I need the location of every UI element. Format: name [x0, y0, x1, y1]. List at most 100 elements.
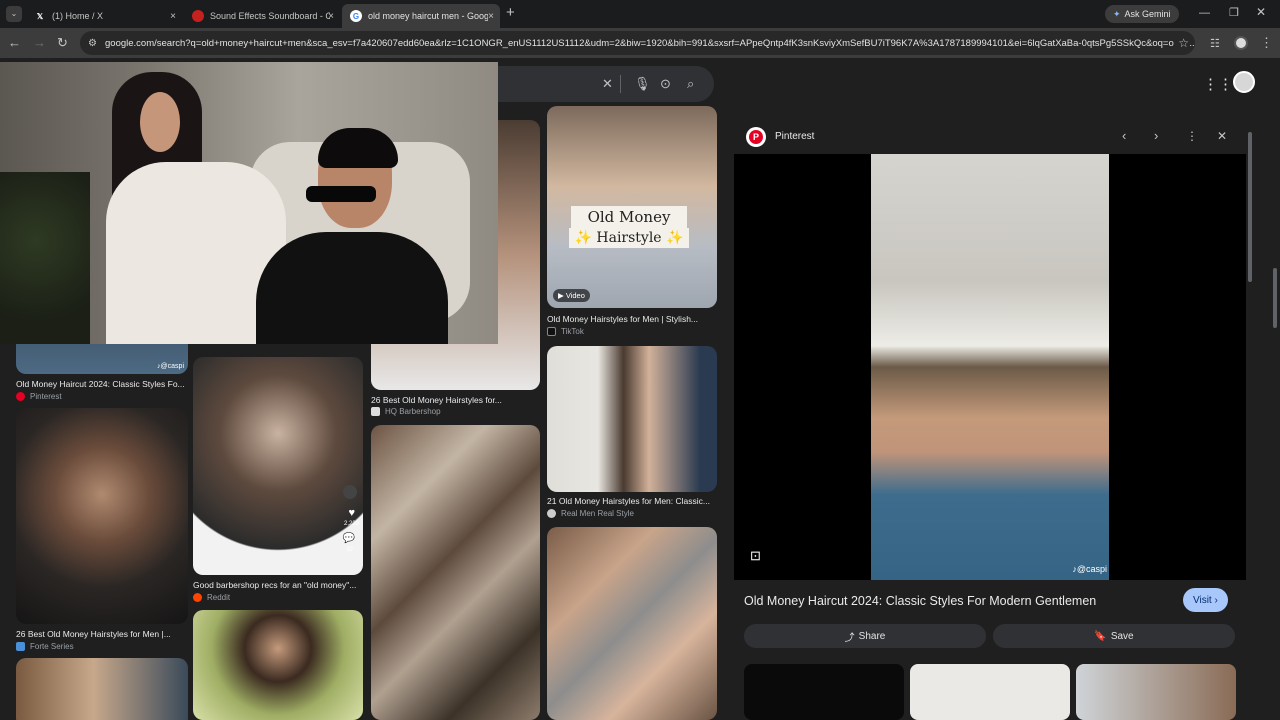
site-info-icon[interactable]: ⚙: [88, 38, 97, 49]
result-image-collage-2[interactable]: [547, 527, 717, 720]
share-label: Share: [858, 630, 886, 642]
preview-image[interactable]: ♪@caspi: [871, 154, 1109, 580]
result-caption[interactable]: Good barbershop recs for an "old money".…: [193, 580, 363, 590]
gemini-sparkle-icon: ✦: [1113, 8, 1121, 19]
result-image-forte[interactable]: [16, 408, 188, 624]
pinterest-icon: [16, 392, 25, 401]
result-image-reddit[interactable]: ♥ 2,233 💬 32: [193, 357, 363, 575]
lens-search-icon[interactable]: ⊙: [660, 76, 671, 92]
panel-scrollbar[interactable]: [1246, 118, 1254, 720]
result-caption[interactable]: 26 Best Old Money Hairstyles for...: [371, 395, 540, 405]
related-image-2[interactable]: [910, 664, 1070, 720]
bookmark-star-icon[interactable]: ☆: [1174, 36, 1189, 50]
url-text: google.com/search?q=old+money+haircut+me…: [105, 37, 1195, 49]
result-source[interactable]: Pinterest: [16, 392, 62, 401]
tab-title: Sound Effects Soundboard - Ca: [210, 11, 330, 21]
pinterest-logo-icon: P: [746, 127, 766, 147]
preview-image-frame: ♪@caspi ⊡: [734, 154, 1246, 580]
source-label: Reddit: [207, 593, 231, 602]
rmrs-icon: [547, 509, 556, 518]
search-bar[interactable]: ✕ 🎙 ⊙ ⌕: [480, 66, 714, 102]
close-panel-icon[interactable]: ✕: [1217, 129, 1227, 143]
clear-search-icon[interactable]: ✕: [602, 76, 613, 92]
ask-gemini-button[interactable]: ✦ Ask Gemini: [1105, 5, 1179, 23]
result-caption[interactable]: Old Money Hairstyles for Men | Stylish..…: [547, 314, 717, 324]
tab-close-button[interactable]: ×: [328, 11, 334, 22]
reddit-icon: [193, 593, 202, 602]
save-button[interactable]: 🔖 Save: [993, 624, 1235, 648]
comment-icon: 💬: [342, 533, 355, 544]
restore-button[interactable]: ❐: [1229, 5, 1239, 21]
panel-title[interactable]: Old Money Haircut 2024: Classic Styles F…: [744, 594, 1096, 608]
forward-button[interactable]: →: [33, 35, 46, 51]
bookmark-icon: 🔖: [1094, 630, 1107, 642]
voice-search-icon[interactable]: 🎙: [634, 76, 651, 92]
result-image-partial[interactable]: [16, 658, 188, 720]
profile-avatar[interactable]: [1234, 36, 1248, 50]
result-source[interactable]: TikTok: [547, 327, 584, 336]
tab-title: old money haircut men - Googl: [368, 11, 488, 21]
overlay-title: Old Money: [571, 206, 687, 228]
result-image-tiktok[interactable]: Old Money ✨ Hairstyle ✨ ▶ Video: [547, 106, 717, 308]
source-label: Real Men Real Style: [561, 509, 634, 518]
google-favicon-icon: G: [350, 10, 362, 22]
result-source[interactable]: HQ Barbershop: [371, 407, 441, 416]
sunglasses: [306, 186, 376, 202]
new-tab-button[interactable]: +: [506, 5, 515, 21]
watermark-text: ♪@caspi: [1072, 564, 1107, 574]
result-caption[interactable]: Old Money Haircut 2024: Classic Styles F…: [16, 379, 188, 389]
result-caption[interactable]: 26 Best Old Money Hairstyles for Men |..…: [16, 629, 188, 639]
related-image-3[interactable]: [1076, 664, 1236, 720]
toolbar: ← → ↻ ⚙ google.com/search?q=old+money+ha…: [0, 28, 1280, 58]
result-source[interactable]: Forte Series: [16, 642, 74, 651]
back-button[interactable]: ←: [8, 35, 21, 51]
tab-title: (1) Home / X: [52, 11, 104, 21]
result-caption[interactable]: 21 Old Money Hairstyles for Men: Classic…: [547, 496, 717, 506]
visit-button[interactable]: Visit ›: [1183, 588, 1228, 612]
image-preview-panel: P Pinterest ‹ › ⋮ ✕ ♪@caspi ⊡ Old Money …: [734, 118, 1246, 720]
result-source[interactable]: Real Men Real Style: [547, 509, 634, 518]
tab-close-button[interactable]: ×: [170, 11, 176, 22]
source-label: TikTok: [561, 327, 584, 336]
webcam-overlay: [0, 62, 498, 344]
share-button[interactable]: ⤴ Share: [744, 624, 986, 648]
source-label: Forte Series: [30, 642, 74, 651]
result-image-rmrs[interactable]: [547, 346, 717, 492]
previous-image-icon[interactable]: ‹: [1122, 128, 1126, 143]
google-apps-icon[interactable]: ⋮⋮: [1203, 75, 1233, 93]
source-label: HQ Barbershop: [385, 407, 441, 416]
result-source[interactable]: Reddit: [193, 593, 230, 602]
heart-icon: ♥: [348, 507, 355, 519]
tab-soundboard[interactable]: Sound Effects Soundboard - Ca ×: [184, 4, 340, 28]
tab-search-button[interactable]: ⌄: [6, 6, 22, 22]
page-scrollbar[interactable]: [1270, 58, 1280, 720]
window-close-button[interactable]: ✕: [1256, 4, 1266, 20]
result-image-collage[interactable]: [371, 425, 540, 720]
person-face: [140, 92, 180, 152]
search-icon[interactable]: ⌕: [687, 76, 694, 92]
chrome-menu-icon[interactable]: ⋮: [1260, 35, 1273, 51]
account-avatar[interactable]: [1233, 71, 1255, 93]
comments-count: 32: [346, 547, 353, 553]
likes-count: 2,233: [343, 521, 359, 527]
minimize-button[interactable]: —: [1199, 5, 1210, 21]
x-logo-icon: 𝕏: [36, 11, 44, 21]
related-image-1[interactable]: [744, 664, 904, 720]
tab-strip: ⌄ 𝕏 (1) Home / X × Sound Effects Soundbo…: [0, 0, 1280, 28]
overlay-subtitle: ✨ Hairstyle ✨: [569, 228, 689, 248]
tab-close-button[interactable]: ×: [488, 11, 494, 22]
person2-jacket: [256, 232, 448, 344]
reload-button[interactable]: ↻: [57, 35, 68, 51]
panel-source[interactable]: Pinterest: [775, 131, 814, 142]
tab-google-search[interactable]: G old money haircut men - Googl ×: [342, 4, 500, 28]
address-bar[interactable]: ⚙ google.com/search?q=old+money+haircut+…: [80, 31, 1195, 55]
lens-icon[interactable]: ⊡: [750, 548, 761, 564]
tab-x-home[interactable]: 𝕏 (1) Home / X ×: [26, 4, 182, 28]
watermark-text: ♪@caspi: [157, 363, 184, 370]
extensions-icon[interactable]: ☷: [1210, 36, 1220, 52]
more-options-icon[interactable]: ⋮: [1186, 129, 1198, 143]
ask-gemini-label: Ask Gemini: [1124, 9, 1171, 19]
next-image-icon[interactable]: ›: [1154, 128, 1158, 143]
result-image-partial[interactable]: [193, 610, 363, 720]
video-badge: ▶ Video: [553, 289, 590, 302]
